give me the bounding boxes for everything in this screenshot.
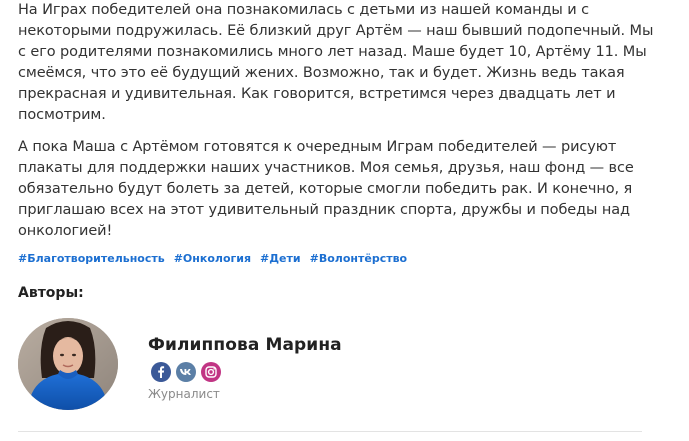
paragraph-line: А пока Маша с Артёмом готовятся к очеред… bbox=[18, 139, 617, 155]
paragraph-line: онкологией! bbox=[18, 223, 113, 239]
paragraph-line: посмотрим. bbox=[18, 107, 106, 123]
paragraph-line: плакаты для поддержки наших участников. … bbox=[18, 160, 634, 176]
author-card: Филиппова Марина Журналист bbox=[18, 318, 658, 428]
paragraph-line: прекрасная и удивительная. Как говорится… bbox=[18, 86, 616, 102]
paragraph-line: На Играх победителей она познакомилась с… bbox=[18, 2, 589, 18]
facebook-icon[interactable] bbox=[151, 362, 171, 382]
section-divider bbox=[18, 431, 642, 432]
author-avatar[interactable] bbox=[18, 318, 118, 410]
authors-heading: Авторы: bbox=[18, 285, 84, 301]
tag-charity[interactable]: #Благотворительность bbox=[18, 252, 165, 265]
author-role: Журналист bbox=[148, 387, 220, 401]
paragraph-line: приглашаю всех на этот удивительный праз… bbox=[18, 202, 630, 218]
paragraph-line: с его родителями познакомились много лет… bbox=[18, 44, 647, 60]
author-name[interactable]: Филиппова Марина bbox=[148, 335, 342, 355]
instagram-icon[interactable] bbox=[201, 362, 221, 382]
paragraph-line: смеёмся, что это её будущий жених. Возмо… bbox=[18, 65, 625, 81]
paragraph-line: некоторыми подружилась. Её близкий друг … bbox=[18, 23, 654, 39]
tag-children[interactable]: #Дети bbox=[260, 252, 301, 265]
vk-icon[interactable] bbox=[176, 362, 196, 382]
article-paragraph: На Играх победителей она познакомилась с… bbox=[18, 0, 658, 126]
paragraph-line: обязательно будут болеть за детей, котор… bbox=[18, 181, 633, 197]
article-paragraph: А пока Маша с Артёмом готовятся к очеред… bbox=[18, 137, 658, 242]
tag-list: #Благотворительность #Онкология #Дети #В… bbox=[18, 252, 407, 265]
author-socials bbox=[151, 362, 221, 382]
tag-oncology[interactable]: #Онкология bbox=[174, 252, 251, 265]
tag-volunteering[interactable]: #Волонтёрство bbox=[310, 252, 408, 265]
author-photo bbox=[18, 318, 118, 410]
